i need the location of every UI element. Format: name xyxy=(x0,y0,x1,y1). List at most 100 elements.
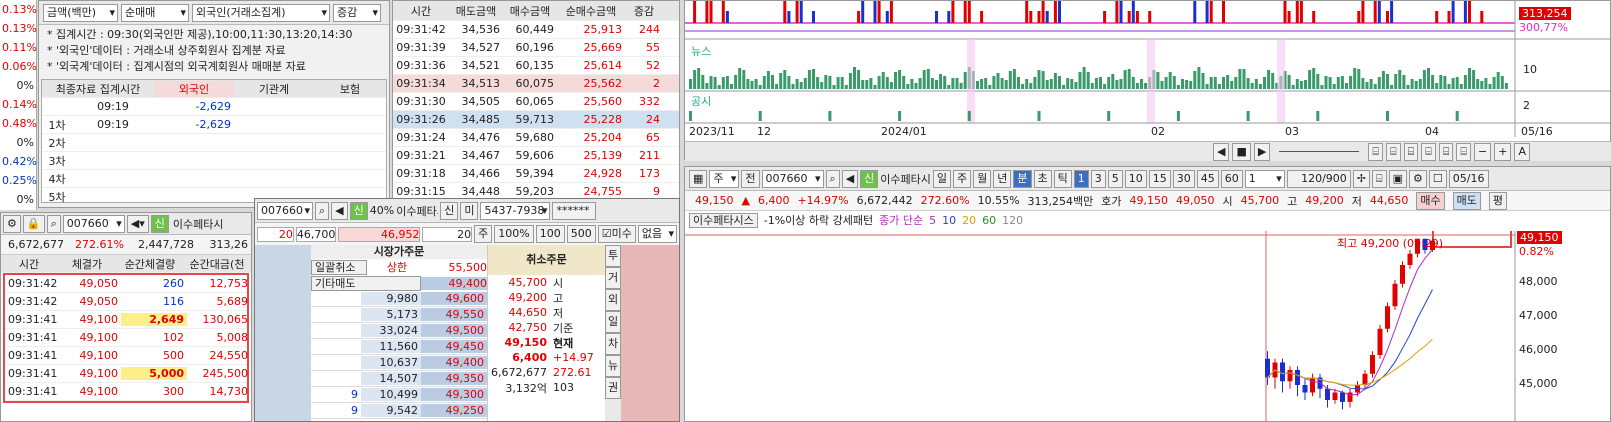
condition-select[interactable]: 없음 xyxy=(637,225,677,243)
speaker-icon[interactable]: ◀▾ xyxy=(126,214,149,233)
news-bar xyxy=(1468,68,1471,89)
row-cell: 49,100 xyxy=(79,385,119,398)
investor-select[interactable]: 외국인(거래소집계) xyxy=(192,4,330,22)
layout-icon[interactable]: ▦ xyxy=(689,169,708,188)
qty-100pct-button[interactable]: 100% xyxy=(494,225,534,243)
font-icon[interactable]: A xyxy=(1514,142,1530,161)
news-bar xyxy=(1099,77,1102,89)
speaker-icon[interactable]: ◀ xyxy=(331,201,348,220)
tool-icon[interactable]: ⌸ xyxy=(1385,142,1401,161)
price-input[interactable]: 46,700 xyxy=(295,226,336,242)
period-month[interactable]: 월 xyxy=(973,169,992,188)
tool-icon[interactable]: ⌸ xyxy=(1438,142,1454,161)
qty-100-button[interactable]: 100 xyxy=(535,225,565,243)
side-button[interactable]: 권 xyxy=(605,377,621,399)
account-select[interactable]: 5437-7938 xyxy=(480,201,551,220)
interval-30[interactable]: 30 xyxy=(1172,169,1195,188)
search-icon[interactable]: ⌕ xyxy=(825,169,840,188)
password-field[interactable]: ****** xyxy=(552,201,597,220)
b-button[interactable]: 미 xyxy=(460,201,479,220)
period-select[interactable]: 주 xyxy=(709,169,740,188)
lock-icon[interactable]: 🔒 xyxy=(22,214,45,233)
order-code-select[interactable]: 007660 xyxy=(257,201,313,220)
side-buttons: 투거외일차뉴권 xyxy=(605,245,621,421)
side-button[interactable]: 투 xyxy=(605,245,621,267)
interval-10[interactable]: 10 xyxy=(1124,169,1147,188)
code-select[interactable]: 007660 xyxy=(62,214,125,233)
side-button[interactable]: 외 xyxy=(605,289,621,311)
nav-next-icon[interactable]: ▶ xyxy=(1253,142,1271,161)
side-button[interactable]: 거 xyxy=(605,267,621,289)
date-checkbox[interactable]: ☐ xyxy=(1428,169,1447,188)
side-button[interactable]: 뉴 xyxy=(605,355,621,377)
interval-15[interactable]: 15 xyxy=(1148,169,1171,188)
nav-stop-icon[interactable]: ■ xyxy=(1232,142,1251,161)
ma-label: 종가 단순 xyxy=(879,214,924,227)
credit-button[interactable]: 신 xyxy=(440,201,459,220)
row-cell: 65 xyxy=(646,131,660,144)
speaker-icon[interactable]: ◀ xyxy=(841,169,859,188)
volume-bar xyxy=(787,11,791,23)
news-bar xyxy=(889,82,893,89)
period-day[interactable]: 일 xyxy=(932,169,952,188)
sell-button[interactable]: 매도 xyxy=(1452,191,1481,210)
zoom-in-icon[interactable]: + xyxy=(1494,142,1512,161)
interval-5[interactable]: 5 xyxy=(1107,169,1123,188)
row-cell: 5,008 xyxy=(216,331,249,344)
tool-icon[interactable]: ✢ xyxy=(1352,169,1370,188)
gear-icon[interactable]: ⚙ xyxy=(3,214,21,233)
ask-price: 49,500 xyxy=(421,324,487,337)
col-header: 보험 xyxy=(339,82,361,96)
news-bar xyxy=(894,72,897,89)
interval-45[interactable]: 45 xyxy=(1196,169,1219,188)
side-button[interactable]: 차 xyxy=(605,333,621,355)
other-sell-button[interactable]: 기타매도 xyxy=(311,275,421,291)
period-minute[interactable]: 분 xyxy=(1013,169,1032,188)
interval-3[interactable]: 3 xyxy=(1090,169,1106,188)
tool-icon[interactable]: ⌸ xyxy=(1421,142,1436,161)
nav-prev-icon[interactable]: ◀ xyxy=(1213,142,1230,161)
interval-60[interactable]: 60 xyxy=(1220,169,1243,188)
avg-button[interactable]: 평 xyxy=(1488,191,1508,210)
change-select[interactable]: 증감 xyxy=(333,4,381,22)
chart-title[interactable]: 이수페타시스 xyxy=(689,212,758,228)
chart-code-select[interactable]: 007660 xyxy=(761,169,824,188)
amount-field[interactable]: 46,952 xyxy=(337,226,421,242)
zoom-out-icon[interactable]: − xyxy=(1474,142,1492,161)
misu-checkbox[interactable]: ☑미수 xyxy=(597,225,636,243)
period-second[interactable]: 초 xyxy=(1033,169,1052,188)
buy-button[interactable]: 매수 xyxy=(1416,191,1445,210)
cancel-order-button[interactable]: 취소주문 xyxy=(488,245,605,275)
prev-button[interactable]: 전 xyxy=(741,169,760,188)
trade-type-select[interactable]: 순매매 xyxy=(121,4,189,22)
news-bar xyxy=(1312,68,1316,89)
qty-small[interactable]: 20 xyxy=(257,226,294,242)
zoom-slider[interactable] xyxy=(1279,151,1360,152)
save-icon[interactable]: ▣ xyxy=(1388,169,1408,188)
tool-icon[interactable]: ⌸ xyxy=(1456,142,1471,161)
period-week[interactable]: 주 xyxy=(953,169,972,188)
side-button[interactable]: 일 xyxy=(605,311,621,333)
candle xyxy=(1295,370,1300,385)
tool-icon[interactable]: ⌸ xyxy=(1403,142,1419,161)
date-field[interactable]: 05/16 xyxy=(1448,169,1489,188)
settings-icon[interactable]: ⚙ xyxy=(1409,169,1427,188)
qty-500-button[interactable]: 500 xyxy=(566,225,596,243)
qty-input[interactable]: 20 xyxy=(422,226,473,242)
tool-icon[interactable]: ⌸ xyxy=(1368,142,1383,161)
interval-select[interactable]: 1 xyxy=(1244,169,1285,188)
high-highlight xyxy=(1432,231,1512,248)
row-label: 2차 xyxy=(48,136,66,150)
period-year[interactable]: 년 xyxy=(993,169,1012,188)
interval-1[interactable]: 1 xyxy=(1073,169,1089,188)
period-tick[interactable]: 틱 xyxy=(1053,169,1072,188)
date-label: 03 xyxy=(1285,125,1299,138)
tool-icon[interactable]: ⌸ xyxy=(1372,169,1387,188)
cancel-all-button[interactable]: 일괄취소 xyxy=(311,259,367,275)
search-icon[interactable]: ⌕ xyxy=(315,201,330,220)
bar-count[interactable]: 120/900 xyxy=(1286,169,1351,188)
search-icon[interactable]: ⌕ xyxy=(46,214,61,233)
ask-row: 14,507 49,350 xyxy=(311,371,487,387)
notice-bar xyxy=(689,111,692,121)
unit-select[interactable]: 금액(백만) xyxy=(43,4,118,22)
